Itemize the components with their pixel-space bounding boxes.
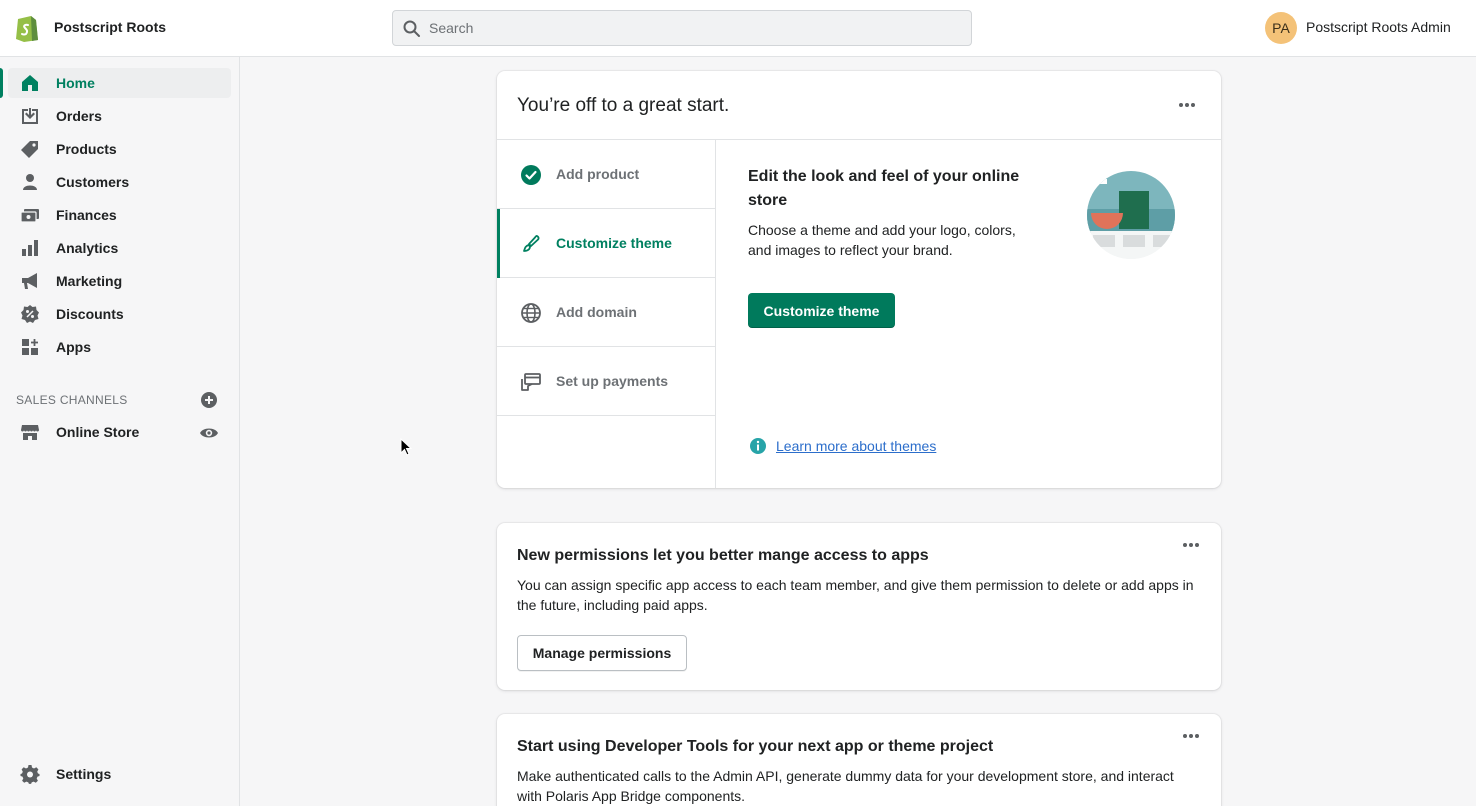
sidebar-item-analytics[interactable]: Analytics (8, 233, 231, 263)
customize-theme-button[interactable]: Customize theme (748, 293, 895, 328)
info-icon (750, 438, 766, 454)
payments-icon (521, 373, 541, 391)
sidebar-item-finances[interactable]: Finances (8, 200, 231, 230)
top-bar: Postscript Roots PA Postscript Roots Adm… (0, 0, 1476, 57)
card-description: Make authenticated calls to the Admin AP… (517, 768, 1174, 804)
step-label: Customize theme (556, 235, 672, 251)
sidebar: Home Orders Products Customers Finances (0, 57, 240, 806)
step-label: Set up payments (556, 373, 669, 389)
step-label: Add domain (556, 304, 637, 320)
avatar[interactable]: PA (1265, 12, 1297, 44)
sidebar-item-label: Finances (56, 207, 117, 223)
search-bar[interactable] (392, 10, 972, 46)
search-icon (403, 20, 420, 37)
sidebar-item-products[interactable]: Products (8, 134, 231, 164)
sidebar-item-label: Analytics (56, 240, 119, 256)
sidebar-item-label: Customers (56, 174, 130, 190)
learn-more-themes-link[interactable]: Learn more about themes (776, 438, 936, 454)
tag-icon (21, 141, 38, 158)
step-panel-description: Choose a theme and add your logo, colors… (748, 222, 1016, 258)
admin-name[interactable]: Postscript Roots Admin (1306, 19, 1451, 35)
sidebar-item-settings[interactable]: Settings (8, 759, 231, 789)
setup-steps: Add product Customize theme Add domain S… (497, 140, 716, 488)
orders-icon (22, 108, 38, 124)
sidebar-item-orders[interactable]: Orders (8, 101, 231, 131)
step-label: Add product (556, 166, 640, 182)
apps-icon (22, 339, 38, 355)
step-add-domain[interactable]: Add domain (497, 278, 715, 347)
sidebar-item-label: Products (56, 141, 117, 157)
setup-guide-card: You’re off to a great start. Add product… (497, 71, 1221, 488)
permissions-card: New permissions let you better mange acc… (497, 523, 1221, 690)
more-actions-icon[interactable] (1173, 95, 1201, 115)
bar-chart-icon (22, 240, 38, 256)
sidebar-item-label: Orders (56, 108, 102, 124)
sidebar-item-label: Apps (56, 339, 91, 355)
sidebar-item-label: Settings (56, 766, 112, 782)
developer-tools-card: Start using Developer Tools for your nex… (497, 714, 1221, 806)
brush-icon (523, 235, 540, 252)
home-icon (22, 75, 38, 91)
sidebar-item-home[interactable]: Home (0, 68, 231, 98)
mouse-cursor-icon (400, 438, 412, 456)
globe-icon (521, 303, 541, 323)
store-icon (21, 425, 39, 440)
store-name[interactable]: Postscript Roots (54, 19, 166, 35)
sidebar-item-discounts[interactable]: Discounts (8, 299, 231, 329)
step-add-product[interactable]: Add product (497, 140, 715, 209)
step-panel-title: Edit the look and feel of your online st… (748, 168, 1020, 209)
add-circle-icon[interactable] (199, 390, 219, 410)
search-input[interactable] (429, 11, 959, 45)
more-actions-icon[interactable] (1177, 535, 1205, 555)
sidebar-item-label: Discounts (56, 306, 124, 322)
megaphone-icon (22, 273, 37, 289)
discount-icon (21, 305, 39, 323)
check-circle-icon (521, 165, 541, 185)
card-description: You can assign specific app access to ea… (517, 577, 1194, 613)
step-set-up-payments[interactable]: Set up payments (497, 347, 715, 416)
more-actions-icon[interactable] (1177, 726, 1205, 746)
sidebar-item-label: Online Store (56, 424, 140, 440)
sales-channels-heading: SALES CHANNELS (16, 393, 128, 407)
sidebar-item-online-store[interactable]: Online Store (8, 417, 231, 447)
shopify-logo-icon[interactable] (14, 12, 40, 42)
setup-card-title: You’re off to a great start. (517, 95, 730, 116)
sidebar-item-label: Marketing (56, 273, 123, 289)
eye-icon[interactable] (199, 423, 219, 443)
card-title: Start using Developer Tools for your nex… (517, 738, 994, 755)
theme-illustration-icon (1087, 171, 1175, 259)
sidebar-item-label: Home (56, 75, 95, 91)
manage-permissions-button[interactable]: Manage permissions (517, 635, 687, 671)
step-customize-theme[interactable]: Customize theme (497, 209, 715, 278)
gear-icon (20, 765, 40, 784)
sidebar-item-marketing[interactable]: Marketing (8, 266, 231, 296)
sidebar-item-customers[interactable]: Customers (8, 167, 231, 197)
sidebar-item-apps[interactable]: Apps (8, 332, 231, 362)
person-icon (23, 174, 37, 190)
card-title: New permissions let you better mange acc… (517, 547, 929, 564)
finances-icon (20, 209, 39, 223)
